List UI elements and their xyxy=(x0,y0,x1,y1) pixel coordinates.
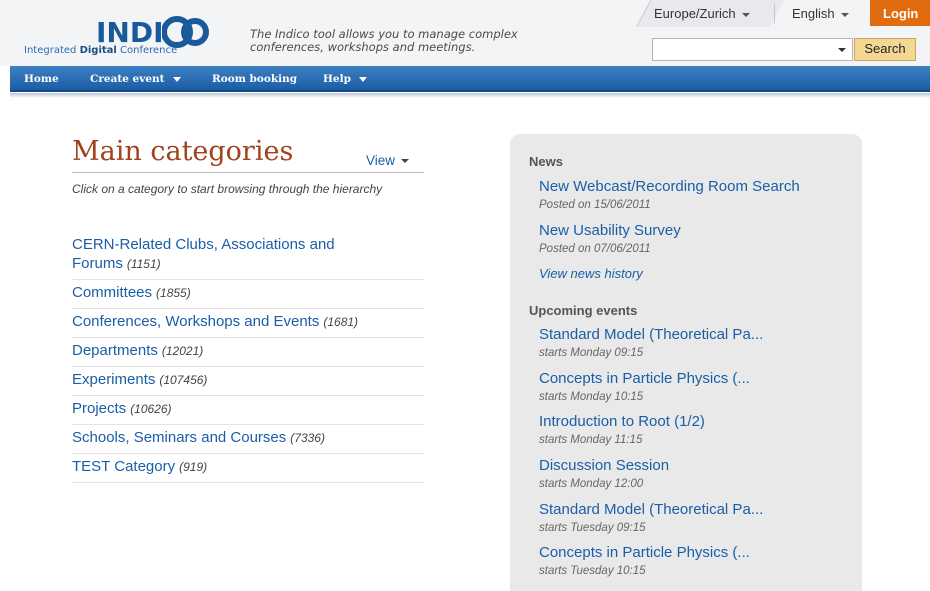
category-name[interactable]: TEST Category xyxy=(72,458,175,475)
nav-room-booking[interactable]: Room booking xyxy=(212,73,297,85)
news-heading: News xyxy=(529,154,563,169)
category-count: (12021) xyxy=(161,344,204,358)
category-count: (7336) xyxy=(290,431,325,445)
search-input[interactable] xyxy=(657,41,827,57)
category-count: (1681) xyxy=(323,315,359,329)
event-time: starts Monday 12:00 xyxy=(539,478,644,490)
chevron-down-icon xyxy=(358,76,367,82)
nav-create-event-label: Create event xyxy=(90,73,165,85)
view-dropdown[interactable]: View xyxy=(366,153,410,168)
category-item[interactable]: Departments (12021) xyxy=(72,338,424,367)
logo-sub-prefix: Integrated xyxy=(24,45,77,56)
event-title[interactable]: Concepts in Particle Physics (... xyxy=(539,544,750,561)
category-count: (1855) xyxy=(156,286,191,300)
news-item-title[interactable]: New Webcast/Recording Room Search xyxy=(539,178,800,195)
category-name[interactable]: Departments xyxy=(72,342,158,359)
news-item-title[interactable]: New Usability Survey xyxy=(539,222,681,239)
category-count: (10626) xyxy=(130,402,172,416)
nav-help-label: Help xyxy=(323,73,351,85)
event-time: starts Monday 09:15 xyxy=(539,347,644,359)
category-item[interactable]: Experiments (107456) xyxy=(72,367,424,396)
chevron-down-icon xyxy=(840,12,849,17)
nav-create-event[interactable]: Create event xyxy=(90,73,181,85)
search-button[interactable]: Search xyxy=(854,38,916,61)
tagline: The Indico tool allows you to manage com… xyxy=(250,27,518,54)
logo-sub-suffix: Conference xyxy=(120,45,178,56)
category-name[interactable]: Committees xyxy=(72,284,152,301)
top-bar: Europe/Zurich English Login xyxy=(616,0,930,27)
timezone-label: Europe/Zurich xyxy=(654,6,736,21)
event-title[interactable]: Introduction to Root (1/2) xyxy=(539,413,705,430)
main-nav: Home Create event Room booking Help xyxy=(10,66,930,92)
event-title[interactable]: Standard Model (Theoretical Pa... xyxy=(539,326,763,343)
event-title[interactable]: Standard Model (Theoretical Pa... xyxy=(539,501,763,518)
category-item[interactable]: Projects (10626) xyxy=(72,396,424,425)
event-time: starts Monday 11:15 xyxy=(539,434,643,446)
chevron-down-icon xyxy=(401,159,410,164)
category-item[interactable]: TEST Category (919) xyxy=(72,454,424,483)
header: INDI Integrated Digital Conference The I… xyxy=(0,0,930,66)
category-item[interactable]: Conferences, Workshops and Events (1681) xyxy=(72,309,424,338)
indico-logo[interactable]: INDI Integrated Digital Conference xyxy=(24,12,224,62)
nav-help[interactable]: Help xyxy=(323,73,367,85)
category-name[interactable]: Conferences, Workshops and Events xyxy=(72,313,319,330)
event-time: starts Tuesday 09:15 xyxy=(539,522,646,534)
category-name[interactable]: Projects xyxy=(72,400,126,417)
category-list: CERN-Related Clubs, Associations and For… xyxy=(72,232,424,483)
page: INDI Integrated Digital Conference The I… xyxy=(0,0,930,591)
page-title: Main categories xyxy=(72,136,294,167)
chevron-down-icon xyxy=(741,12,750,17)
event-title[interactable]: Discussion Session xyxy=(539,457,669,474)
event-time: starts Tuesday 10:15 xyxy=(539,565,646,577)
logo-sub-bold: Digital xyxy=(79,45,117,56)
event-title[interactable]: Concepts in Particle Physics (... xyxy=(539,370,750,387)
search-category-chevron-icon[interactable] xyxy=(838,48,846,52)
timezone-selector[interactable]: Europe/Zurich xyxy=(654,6,750,21)
top-bar-divider xyxy=(774,4,775,24)
category-name[interactable]: CERN-Related Clubs, Associations and For… xyxy=(72,236,335,272)
language-label: English xyxy=(792,6,835,21)
category-hint: Click on a category to start browsing th… xyxy=(72,182,383,196)
category-item[interactable]: Committees (1855) xyxy=(72,280,424,309)
logo-subtitle: Integrated Digital Conference xyxy=(24,45,177,56)
category-item[interactable]: Schools, Seminars and Courses (7336) xyxy=(72,425,424,454)
category-count: (107456) xyxy=(159,373,208,387)
search-box xyxy=(652,38,853,61)
news-history-link[interactable]: View news history xyxy=(539,266,643,281)
category-item[interactable]: CERN-Related Clubs, Associations and For… xyxy=(72,232,424,280)
category-name[interactable]: Experiments xyxy=(72,371,155,388)
news-item-date: Posted on 07/06/2011 xyxy=(539,243,651,255)
language-selector[interactable]: English xyxy=(792,6,849,21)
nav-home[interactable]: Home xyxy=(24,73,59,85)
category-count: (919) xyxy=(179,460,208,474)
category-name[interactable]: Schools, Seminars and Courses xyxy=(72,429,286,446)
upcoming-events-heading: Upcoming events xyxy=(529,303,638,318)
side-panel: News New Webcast/Recording Room Search P… xyxy=(510,134,862,591)
view-label: View xyxy=(366,153,396,168)
category-count: (1151) xyxy=(126,257,161,271)
event-time: starts Monday 10:15 xyxy=(539,391,644,403)
nav-shadow xyxy=(10,93,930,98)
login-button[interactable]: Login xyxy=(870,0,930,26)
title-divider xyxy=(72,172,424,173)
news-item-date: Posted on 15/06/2011 xyxy=(539,199,651,211)
chevron-down-icon xyxy=(172,76,181,82)
